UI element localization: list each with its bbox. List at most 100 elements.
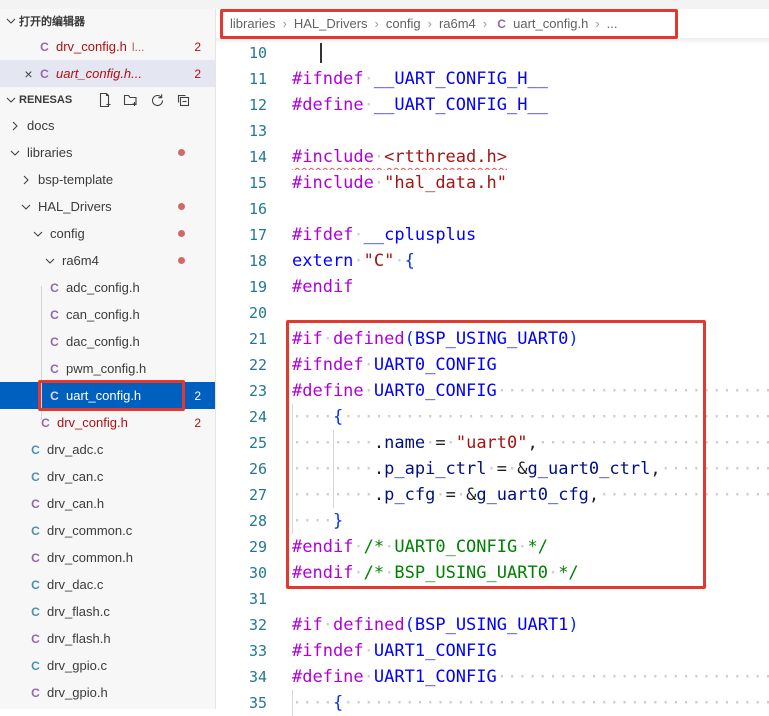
code-line-16[interactable]: 16 bbox=[216, 196, 769, 222]
code-token: #ifndef bbox=[292, 69, 364, 89]
file-label: uart_config.h... bbox=[56, 66, 142, 81]
breadcrumb-item-config[interactable]: config bbox=[386, 16, 421, 31]
tree-item-drv_common-c[interactable]: Cdrv_common.c bbox=[0, 517, 215, 544]
new-folder-icon[interactable] bbox=[122, 91, 139, 108]
code-line-20[interactable]: 20 bbox=[216, 300, 769, 326]
code-line-30[interactable]: 30#endif·/*·BSP_USING_UART0·*/ bbox=[216, 560, 769, 586]
tree-item-drv_gpio-h[interactable]: Cdrv_gpio.h bbox=[0, 679, 215, 706]
folder-label: config bbox=[50, 226, 85, 241]
refresh-icon[interactable] bbox=[148, 91, 165, 108]
code-token: */ bbox=[558, 563, 578, 583]
tree-item-ra6m4[interactable]: ra6m4 bbox=[0, 247, 215, 274]
file-label: uart_config.h bbox=[66, 388, 141, 403]
code-line-content: ····} bbox=[292, 508, 769, 534]
code-line-14[interactable]: 14#include·<rtthread.h> bbox=[216, 144, 769, 170]
code-line-33[interactable]: 33#ifndef·UART1_CONFIG bbox=[216, 638, 769, 664]
breadcrumb-file[interactable]: Cuart_config.h bbox=[494, 16, 588, 31]
breadcrumb-item-HAL_Drivers[interactable]: HAL_Drivers bbox=[294, 16, 368, 31]
tree-item-drv_flash-h[interactable]: Cdrv_flash.h bbox=[0, 625, 215, 652]
code-line-19[interactable]: 19#endif bbox=[216, 274, 769, 300]
code-line-15[interactable]: 15#include·"hal_data.h" bbox=[216, 170, 769, 196]
code-line-26[interactable]: 26········.p_api_ctrl·=·&g_uart0_ctrl,··… bbox=[216, 456, 769, 482]
folder-label: bsp-template bbox=[38, 172, 113, 187]
code-token: #include bbox=[292, 147, 374, 167]
code-line-11[interactable]: 11#ifndef·__UART_CONFIG_H__ bbox=[216, 66, 769, 92]
c-file-icon: C bbox=[37, 67, 52, 81]
code-line-17[interactable]: 17#ifdef·__cplusplus bbox=[216, 222, 769, 248]
open-editor-item-uart_config-h-[interactable]: ×Cuart_config.h...2 bbox=[0, 60, 215, 87]
new-file-icon[interactable] bbox=[96, 91, 113, 108]
code-area[interactable]: 1011#ifndef·__UART_CONFIG_H__12#define·_… bbox=[216, 40, 769, 709]
line-number: 34 bbox=[216, 664, 267, 690]
line-number: 35 bbox=[216, 690, 267, 716]
code-line-22[interactable]: 22#ifndef·UART0_CONFIG bbox=[216, 352, 769, 378]
code-line-34[interactable]: 34#define·UART1_CONFIG··················… bbox=[216, 664, 769, 690]
line-number: 11 bbox=[216, 66, 267, 92]
code-line-28[interactable]: 28····} bbox=[216, 508, 769, 534]
code-token: #include bbox=[292, 173, 374, 193]
code-line-18[interactable]: 18extern·"C"·{ bbox=[216, 248, 769, 274]
code-token: */ bbox=[527, 537, 547, 557]
file-label: can_config.h bbox=[66, 307, 140, 322]
tree-item-drv_common-h[interactable]: Cdrv_common.h bbox=[0, 544, 215, 571]
modified-dot bbox=[178, 257, 185, 264]
code-token: { bbox=[333, 407, 343, 427]
open-editors-header[interactable]: 打开的编辑器 bbox=[0, 9, 215, 33]
code-line-content: #ifndef·UART0_CONFIG bbox=[292, 352, 769, 378]
code-token: p_api_ctrl bbox=[384, 459, 486, 479]
folder-label: libraries bbox=[27, 145, 73, 160]
tree-item-dac_config-h[interactable]: Cdac_config.h bbox=[0, 328, 215, 355]
c-file-icon: C bbox=[28, 443, 43, 457]
whitespace-dots: ········································… bbox=[343, 407, 769, 427]
tree-item-drv_gpio-c[interactable]: Cdrv_gpio.c bbox=[0, 652, 215, 679]
open-editor-item-drv_config-h[interactable]: Cdrv_config.hl...2 bbox=[0, 33, 215, 60]
code-line-21[interactable]: 21#if·defined(BSP_USING_UART0) bbox=[216, 326, 769, 352]
line-number: 13 bbox=[216, 118, 267, 144]
code-line-32[interactable]: 32#if·defined(BSP_USING_UART1) bbox=[216, 612, 769, 638]
breadcrumb-item-libraries[interactable]: libraries bbox=[230, 16, 276, 31]
tree-item-adc_config-h[interactable]: Cadc_config.h bbox=[0, 274, 215, 301]
whitespace-dots: · bbox=[364, 355, 374, 375]
tree-item-drv_flash-c[interactable]: Cdrv_flash.c bbox=[0, 598, 215, 625]
breadcrumb-ellipsis[interactable]: ... bbox=[607, 16, 618, 31]
tree-item-drv_can-c[interactable]: Cdrv_can.c bbox=[0, 463, 215, 490]
close-icon[interactable]: × bbox=[20, 66, 37, 82]
whitespace-dots: · bbox=[394, 251, 404, 271]
tree-item-uart_config-h[interactable]: Cuart_config.h2 bbox=[0, 382, 215, 409]
code-line-content: #ifndef·UART1_CONFIG bbox=[292, 638, 769, 664]
code-line-23[interactable]: 23#define·UART0_CONFIG··················… bbox=[216, 378, 769, 404]
code-token: UART0_CONFIG bbox=[374, 355, 497, 375]
tree-item-drv_adc-c[interactable]: Cdrv_adc.c bbox=[0, 436, 215, 463]
explorer-section-header[interactable]: RENESAS bbox=[0, 87, 215, 112]
tree-item-docs[interactable]: docs bbox=[0, 112, 215, 139]
code-line-24[interactable]: 24····{·································… bbox=[216, 404, 769, 430]
code-line-29[interactable]: 29#endif·/*·UART0_CONFIG·*/ bbox=[216, 534, 769, 560]
tree-item-bsp-template[interactable]: bsp-template bbox=[0, 166, 215, 193]
code-line-10[interactable]: 10 bbox=[216, 40, 769, 66]
whitespace-dots: · bbox=[435, 485, 445, 505]
line-number: 23 bbox=[216, 378, 267, 404]
tree-item-drv_dac-c[interactable]: Cdrv_dac.c bbox=[0, 571, 215, 598]
tree-item-config[interactable]: config bbox=[0, 220, 215, 247]
code-line-12[interactable]: 12#define·__UART_CONFIG_H__ bbox=[216, 92, 769, 118]
tree-item-pwm_config-h[interactable]: Cpwm_config.h bbox=[0, 355, 215, 382]
tree-item-drv_can-h[interactable]: Cdrv_can.h bbox=[0, 490, 215, 517]
tree-item-HAL_Drivers[interactable]: HAL_Drivers bbox=[0, 193, 215, 220]
collapse-all-icon[interactable] bbox=[174, 91, 191, 108]
tree-item-drv_config-h[interactable]: Cdrv_config.h2 bbox=[0, 409, 215, 436]
code-token: = bbox=[497, 459, 507, 479]
code-token: #define bbox=[292, 381, 364, 401]
code-line-31[interactable]: 31 bbox=[216, 586, 769, 612]
tree-item-libraries[interactable]: libraries bbox=[0, 139, 215, 166]
breadcrumb-item-ra6m4[interactable]: ra6m4 bbox=[439, 16, 476, 31]
line-number: 20 bbox=[216, 300, 267, 326]
code-line-25[interactable]: 25········.name·=·"uart0",··············… bbox=[216, 430, 769, 456]
file-label: drv_config.h bbox=[56, 39, 127, 54]
code-line-27[interactable]: 27········.p_cfg·=·&g_uart0_cfg,········… bbox=[216, 482, 769, 508]
code-line-35[interactable]: 35····{·································… bbox=[216, 690, 769, 716]
code-line-content: #if·defined(BSP_USING_UART0) bbox=[292, 326, 769, 352]
code-token: ( bbox=[405, 615, 415, 635]
code-line-13[interactable]: 13 bbox=[216, 118, 769, 144]
whitespace-dots: · bbox=[384, 563, 394, 583]
tree-item-can_config-h[interactable]: Ccan_config.h bbox=[0, 301, 215, 328]
